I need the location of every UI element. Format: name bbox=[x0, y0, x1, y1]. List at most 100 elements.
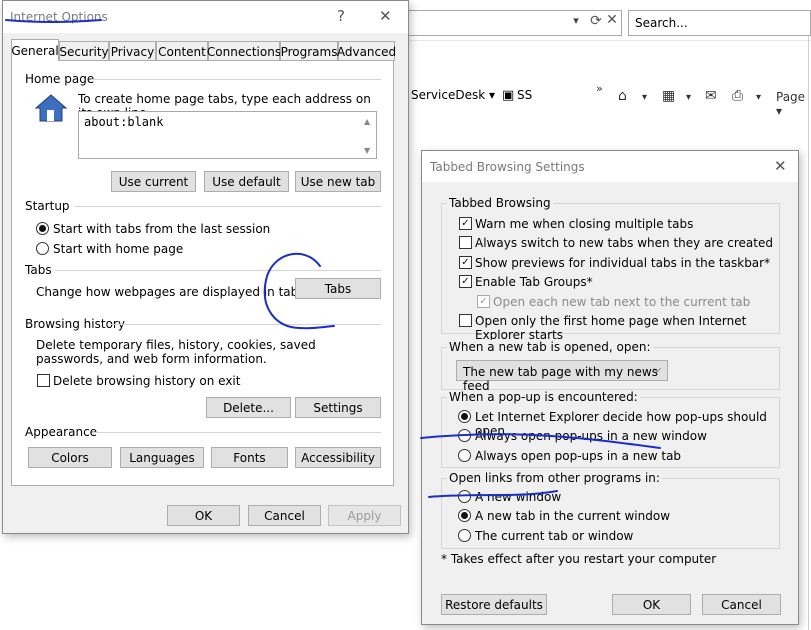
fonts-button[interactable]: Fonts bbox=[211, 447, 288, 468]
tab-privacy[interactable]: Privacy bbox=[109, 41, 156, 61]
scroll-up-icon[interactable]: ▲ bbox=[364, 117, 370, 126]
links-new-tab-radio[interactable] bbox=[458, 509, 471, 522]
delete-on-exit-checkbox[interactable] bbox=[37, 374, 50, 387]
open-next-to-current-label[interactable]: Open each new tab next to the current ta… bbox=[493, 295, 750, 309]
tabs-settings-button[interactable]: Tabs bbox=[295, 278, 381, 299]
new-tab-select[interactable]: The new tab page with my news feed ⌵ bbox=[456, 360, 668, 393]
tab-connections[interactable]: Connections bbox=[207, 41, 281, 61]
startup-home-page-label[interactable]: Start with home page bbox=[53, 242, 183, 256]
tabs-description: Change how webpages are displayed in tab… bbox=[36, 285, 309, 299]
tabbed-browsing-group-title: Tabbed Browsing bbox=[447, 196, 553, 210]
links-current-tab-radio[interactable] bbox=[458, 529, 471, 542]
delete-on-exit-label[interactable]: Delete browsing history on exit bbox=[53, 374, 240, 388]
apply-button[interactable]: Apply bbox=[328, 505, 401, 526]
tab-general[interactable]: General bbox=[11, 39, 59, 61]
popup-new-tab-label[interactable]: Always open pop-ups in a new tab bbox=[475, 449, 681, 463]
popup-new-window-radio[interactable] bbox=[458, 429, 471, 442]
colors-button[interactable]: Colors bbox=[28, 447, 112, 468]
links-group-title: Open links from other programs in: bbox=[447, 471, 662, 485]
open-next-to-current-checkbox[interactable]: ✓ bbox=[477, 295, 490, 308]
feeds-dropdown-icon[interactable]: ▾ bbox=[686, 92, 691, 103]
help-icon[interactable]: ? bbox=[337, 7, 345, 25]
warn-closing-checkbox[interactable]: ✓ bbox=[459, 217, 472, 230]
links-new-window-radio[interactable] bbox=[458, 490, 471, 503]
warn-closing-label[interactable]: Warn me when closing multiple tabs bbox=[475, 217, 693, 231]
tab-groups-checkbox[interactable]: ✓ bbox=[459, 275, 472, 288]
page-menu[interactable]: Page ▾ bbox=[776, 90, 811, 118]
tab-groups-label[interactable]: Enable Tab Groups* bbox=[475, 275, 593, 289]
popup-ie-decide-radio[interactable] bbox=[458, 410, 471, 423]
startup-last-session-radio[interactable] bbox=[36, 222, 49, 235]
use-current-button[interactable]: Use current bbox=[111, 171, 196, 192]
tabs-section-label: Tabs bbox=[25, 263, 52, 277]
restart-footnote: * Takes effect after you restart your co… bbox=[441, 552, 717, 566]
history-settings-button[interactable]: Settings bbox=[295, 397, 381, 418]
tab-programs[interactable]: Programs bbox=[280, 41, 338, 61]
refresh-icon[interactable]: ⟳ bbox=[588, 13, 604, 29]
feeds-icon[interactable]: ▦ bbox=[662, 88, 675, 104]
history-divider bbox=[110, 324, 381, 325]
ok-button[interactable]: OK bbox=[167, 505, 240, 526]
stop-icon[interactable]: ✕ bbox=[604, 12, 620, 28]
links-current-tab-label[interactable]: The current tab or window bbox=[475, 529, 633, 543]
tab-advanced[interactable]: Advanced bbox=[337, 41, 396, 61]
appearance-divider bbox=[92, 432, 381, 433]
chevron-down-icon: ⌵ bbox=[653, 364, 661, 375]
address-dropdown-icon[interactable]: ▾ bbox=[568, 14, 584, 30]
tabbed-cancel-button[interactable]: Cancel bbox=[702, 594, 781, 615]
taskbar-previews-checkbox[interactable]: ✓ bbox=[459, 256, 472, 269]
use-default-button[interactable]: Use default bbox=[204, 171, 289, 192]
search-box[interactable]: Search... bbox=[628, 10, 811, 36]
scroll-down-icon[interactable]: ▼ bbox=[364, 146, 370, 155]
home-icon[interactable]: ⌂ bbox=[618, 88, 627, 104]
close-icon[interactable]: ✕ bbox=[379, 7, 392, 25]
cancel-button[interactable]: Cancel bbox=[248, 505, 321, 526]
window-border bbox=[808, 36, 809, 630]
home-page-input[interactable] bbox=[78, 111, 377, 159]
startup-home-page-radio[interactable] bbox=[36, 242, 49, 255]
new-tab-group-title: When a new tab is opened, open: bbox=[447, 340, 653, 354]
search-placeholder: Search... bbox=[635, 16, 688, 30]
toolbar-overflow-icon[interactable]: » bbox=[596, 82, 603, 95]
links-new-window-label[interactable]: A new window bbox=[475, 490, 561, 504]
delete-history-button[interactable]: Delete... bbox=[206, 397, 291, 418]
favorite-ss[interactable]: SS bbox=[517, 88, 532, 102]
favorite-servicedesk[interactable]: ServiceDesk ▾ bbox=[411, 88, 495, 102]
startup-last-session-label[interactable]: Start with tabs from the last session bbox=[53, 222, 270, 236]
restore-defaults-button[interactable]: Restore defaults bbox=[441, 594, 547, 615]
home-page-section-label: Home page bbox=[25, 72, 95, 86]
mail-icon[interactable]: ✉ bbox=[705, 88, 717, 104]
print-dropdown-icon[interactable]: ▾ bbox=[756, 92, 761, 103]
internet-options-dialog: Internet Options ? ✕ General Security Pr… bbox=[2, 0, 409, 534]
internet-options-title: Internet Options bbox=[10, 10, 108, 24]
tabs-divider bbox=[55, 270, 381, 271]
appearance-section-label: Appearance bbox=[25, 425, 98, 439]
tabbed-ok-button[interactable]: OK bbox=[612, 594, 691, 615]
popup-group-title: When a pop-up is encountered: bbox=[447, 390, 640, 404]
first-home-page-label[interactable]: Open only the first home page when Inter… bbox=[475, 314, 798, 342]
switch-new-tabs-label[interactable]: Always switch to new tabs when they are … bbox=[475, 236, 773, 250]
tab-content[interactable]: Content bbox=[156, 41, 208, 61]
tabbed-settings-title: Tabbed Browsing Settings bbox=[430, 160, 585, 174]
popup-new-tab-radio[interactable] bbox=[458, 449, 471, 462]
general-tab-page: Home page To create home page tabs, type… bbox=[11, 60, 394, 486]
tab-security[interactable]: Security bbox=[59, 41, 109, 61]
links-new-tab-label[interactable]: A new tab in the current window bbox=[475, 509, 670, 523]
home-dropdown-icon[interactable]: ▾ bbox=[642, 92, 647, 103]
switch-new-tabs-checkbox[interactable] bbox=[459, 236, 472, 249]
toolbar-divider bbox=[408, 40, 811, 41]
history-description: Delete temporary files, history, cookies… bbox=[36, 338, 316, 366]
startup-section-label: Startup bbox=[25, 199, 70, 213]
popup-new-window-label[interactable]: Always open pop-ups in a new window bbox=[475, 429, 707, 443]
internet-options-titlebar: Internet Options ? ✕ bbox=[3, 1, 408, 33]
close-icon[interactable]: ✕ bbox=[774, 157, 787, 175]
home-page-divider bbox=[91, 79, 381, 80]
languages-button[interactable]: Languages bbox=[120, 447, 204, 468]
taskbar-previews-label[interactable]: Show previews for individual tabs in the… bbox=[475, 256, 770, 270]
accessibility-button[interactable]: Accessibility bbox=[295, 447, 381, 468]
use-new-tab-button[interactable]: Use new tab bbox=[295, 171, 381, 192]
house-icon bbox=[34, 94, 68, 122]
print-icon[interactable]: ⎙ bbox=[732, 88, 743, 104]
first-home-page-checkbox[interactable] bbox=[459, 314, 472, 327]
tabbed-settings-titlebar: Tabbed Browsing Settings ✕ bbox=[422, 151, 798, 182]
